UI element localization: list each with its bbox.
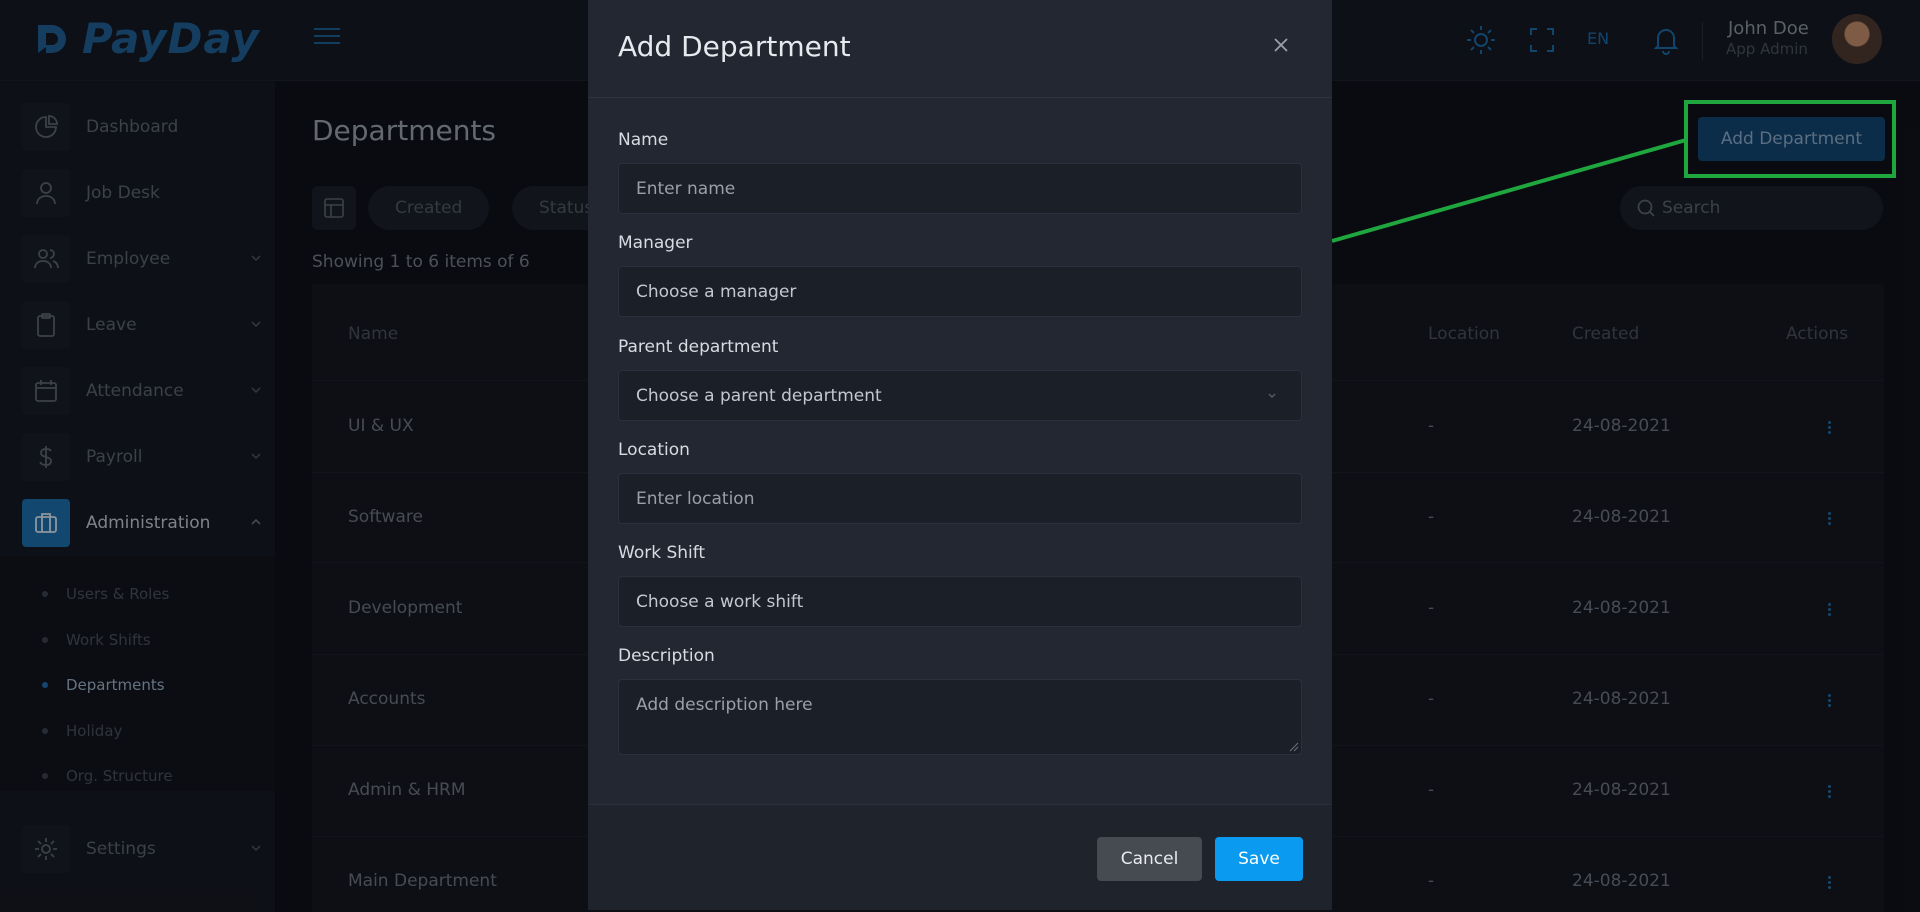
location-placeholder: Enter location (636, 488, 755, 509)
parent-department-value: Choose a parent department (636, 385, 882, 406)
manager-label: Manager (618, 233, 693, 253)
modal-footer: Cancel Save (588, 804, 1332, 910)
save-button[interactable]: Save (1215, 837, 1303, 881)
name-field[interactable]: Enter name (618, 163, 1302, 214)
description-textarea[interactable]: Add description here (618, 679, 1302, 755)
description-label: Description (618, 646, 715, 666)
work-shift-select[interactable]: Choose a work shift (618, 576, 1302, 627)
description-placeholder: Add description here (636, 695, 813, 715)
work-shift-label: Work Shift (618, 543, 706, 563)
name-placeholder: Enter name (636, 178, 736, 199)
manager-select-value: Choose a manager (636, 281, 797, 302)
work-shift-value: Choose a work shift (636, 591, 804, 612)
parent-department-select[interactable]: Choose a parent department (618, 370, 1302, 421)
modal-header: Add Department (588, 0, 1332, 98)
add-department-modal: Add Department Name Enter name Manager C… (588, 0, 1332, 910)
resize-handle-icon[interactable] (1289, 742, 1299, 752)
chevron-down-icon (1268, 393, 1276, 398)
close-icon[interactable] (1272, 36, 1290, 54)
name-label: Name (618, 130, 669, 150)
cancel-button[interactable]: Cancel (1097, 837, 1202, 881)
parent-department-label: Parent department (618, 337, 779, 357)
location-field[interactable]: Enter location (618, 473, 1302, 524)
manager-select[interactable]: Choose a manager (618, 266, 1302, 317)
modal-title: Add Department (618, 30, 851, 63)
location-label: Location (618, 440, 690, 460)
